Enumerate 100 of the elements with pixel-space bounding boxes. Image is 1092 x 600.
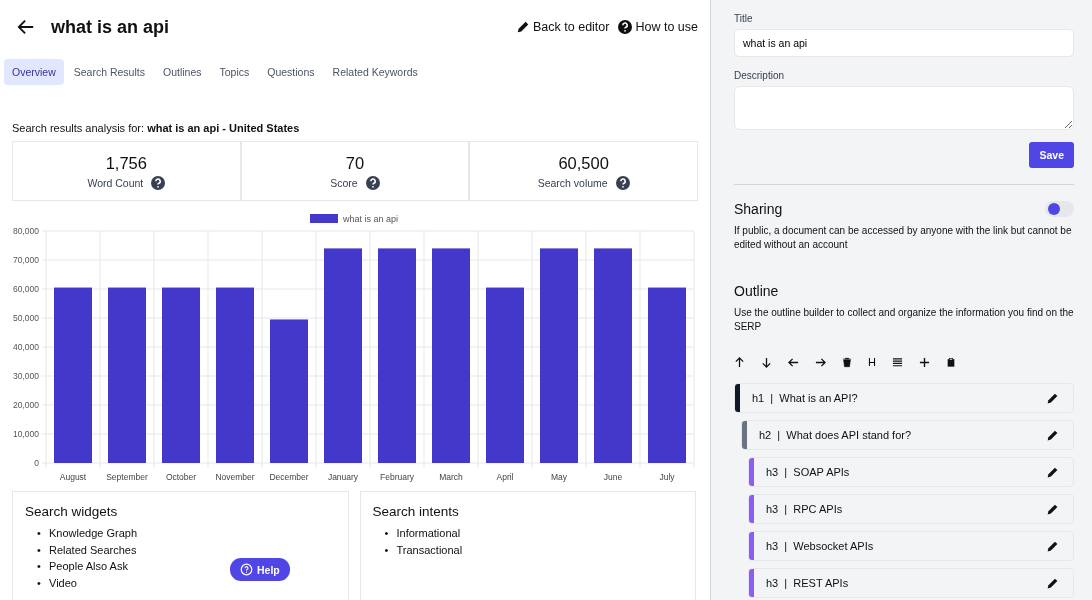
axis-tick-label: September xyxy=(106,472,148,482)
axis-tick-label: June xyxy=(603,472,623,482)
bullet: • xyxy=(37,559,42,574)
outline-item-text: h2 | What does API stand for? xyxy=(759,429,913,441)
outline-description: Use the outline builder to collect and organize the information you find on the SERP xyxy=(734,306,1074,334)
pencil-icon[interactable] xyxy=(1046,465,1059,479)
axis-tick-label: 80,000 xyxy=(13,226,39,236)
section-heading: Outline xyxy=(734,283,780,299)
help-icon[interactable] xyxy=(151,176,166,190)
axis-tick-label: 10,000 xyxy=(13,429,39,439)
header-link[interactable]: Back to editor xyxy=(516,20,610,34)
field-label: Description xyxy=(734,70,786,81)
description-input[interactable] xyxy=(734,86,1074,130)
pencil-icon[interactable] xyxy=(1046,428,1059,442)
help-icon xyxy=(240,563,253,576)
back-arrow-icon[interactable] xyxy=(17,18,35,36)
outline-item-text: h1 | What is an API? xyxy=(752,392,859,404)
list-item: People Also Ask xyxy=(49,559,128,574)
stat-value: 60,500 xyxy=(557,154,610,173)
sharing-description: If public, a document can be accessed by anyone with the link but cannot be edited without an account xyxy=(734,224,1073,252)
outline-item[interactable]: h3 | RPC APIs xyxy=(748,494,1074,524)
trash-icon[interactable] xyxy=(842,356,852,368)
card-title: Search intents xyxy=(372,504,460,519)
outline-item[interactable]: h2 | What does API stand for? xyxy=(741,420,1074,450)
axis-tick-label: 0 xyxy=(34,458,39,468)
axis-tick-label: April xyxy=(496,472,514,482)
stat-label: Search volume xyxy=(537,177,608,189)
header-link[interactable]: How to use xyxy=(618,20,698,34)
sharing-toggle[interactable] xyxy=(1045,201,1074,217)
card-title: Search widgets xyxy=(25,504,119,519)
axis-tick-label: March xyxy=(439,472,463,482)
list-item: Related Searches xyxy=(49,542,137,558)
tab[interactable]: Related Keywords xyxy=(324,59,426,85)
legend-label: what is an api xyxy=(343,214,399,224)
bullet: • xyxy=(384,542,390,558)
tab[interactable]: Overview xyxy=(4,59,64,85)
clipboard-icon[interactable] xyxy=(945,356,956,368)
axis-tick-label: October xyxy=(165,472,197,482)
pencil-icon[interactable] xyxy=(1046,502,1059,516)
outline-item-text: h3 | REST APIs xyxy=(766,577,850,589)
outline-item-text: h3 | RPC APIs xyxy=(766,503,844,515)
bullet: • xyxy=(384,526,390,541)
help-button[interactable]: Help xyxy=(230,558,290,581)
axis-tick-label: December xyxy=(269,472,309,482)
outline-item-text: h3 | SOAP APIs xyxy=(766,466,851,478)
tab[interactable]: Outlines xyxy=(154,59,210,85)
analysis-heading: Search results analysis for: what is an api - United States xyxy=(12,122,301,134)
stat-value: 70 xyxy=(344,154,366,173)
arrow-down-icon[interactable] xyxy=(761,356,772,368)
axis-tick-label: February xyxy=(380,472,414,482)
section-heading: Sharing xyxy=(734,201,783,217)
tab[interactable]: Questions xyxy=(259,59,323,85)
bullet: • xyxy=(37,526,42,541)
tab[interactable]: Search Results xyxy=(65,59,153,85)
list-item: Transactional xyxy=(396,542,463,558)
outline-item[interactable]: h3 | SOAP APIs xyxy=(748,457,1074,487)
axis-tick-label: 50,000 xyxy=(13,313,39,323)
lines-icon[interactable] xyxy=(891,356,903,368)
stat-value: 1,756 xyxy=(104,154,148,173)
outline-item[interactable]: h1 | What is an API? xyxy=(734,383,1074,413)
outline-item[interactable]: h3 | Websocket APIs xyxy=(748,531,1074,561)
axis-tick-label: July xyxy=(659,472,675,482)
axis-tick-label: November xyxy=(215,472,255,482)
list-item: Informational xyxy=(396,526,461,541)
outline-item[interactable]: h3 | REST APIs xyxy=(748,568,1074,598)
page-title: what is an api xyxy=(51,16,170,38)
legend-swatch xyxy=(310,214,338,223)
arrow-left-icon[interactable] xyxy=(788,356,799,368)
stat-label: Word Count xyxy=(87,177,144,189)
axis-tick-label: May xyxy=(550,472,568,482)
axis-tick-label: 20,000 xyxy=(13,400,39,410)
level-bar xyxy=(749,532,754,560)
arrow-up-icon[interactable] xyxy=(734,356,745,368)
save-button[interactable]: Save xyxy=(1029,142,1074,168)
help-icon xyxy=(618,20,633,34)
axis-tick-label: 40,000 xyxy=(13,342,39,352)
level-bar xyxy=(735,384,740,412)
title-input[interactable]: what is an api xyxy=(734,29,1074,57)
plus-icon[interactable] xyxy=(918,356,930,368)
heading-button[interactable]: H xyxy=(868,356,876,368)
level-bar xyxy=(749,569,754,597)
help-icon[interactable] xyxy=(615,176,630,190)
field-label: Title xyxy=(734,13,754,24)
arrow-right-icon[interactable] xyxy=(815,356,826,368)
pencil-icon[interactable] xyxy=(1046,576,1059,590)
axis-tick-label: January xyxy=(327,472,359,482)
axis-tick-label: 60,000 xyxy=(13,284,39,294)
tab[interactable]: Topics xyxy=(211,59,258,85)
help-icon[interactable] xyxy=(365,176,380,190)
outline-item-text: h3 | Websocket APIs xyxy=(766,540,875,552)
axis-tick-label: 30,000 xyxy=(13,371,39,381)
pencil-icon[interactable] xyxy=(1046,539,1059,553)
level-bar xyxy=(742,421,747,449)
pencil-icon xyxy=(516,20,531,34)
bullet: • xyxy=(37,542,42,558)
pencil-icon[interactable] xyxy=(1046,391,1059,405)
list-item: Knowledge Graph xyxy=(49,526,138,541)
list-item: Video xyxy=(49,575,77,591)
bullet: • xyxy=(37,575,42,591)
axis-tick-label: August xyxy=(59,472,87,482)
